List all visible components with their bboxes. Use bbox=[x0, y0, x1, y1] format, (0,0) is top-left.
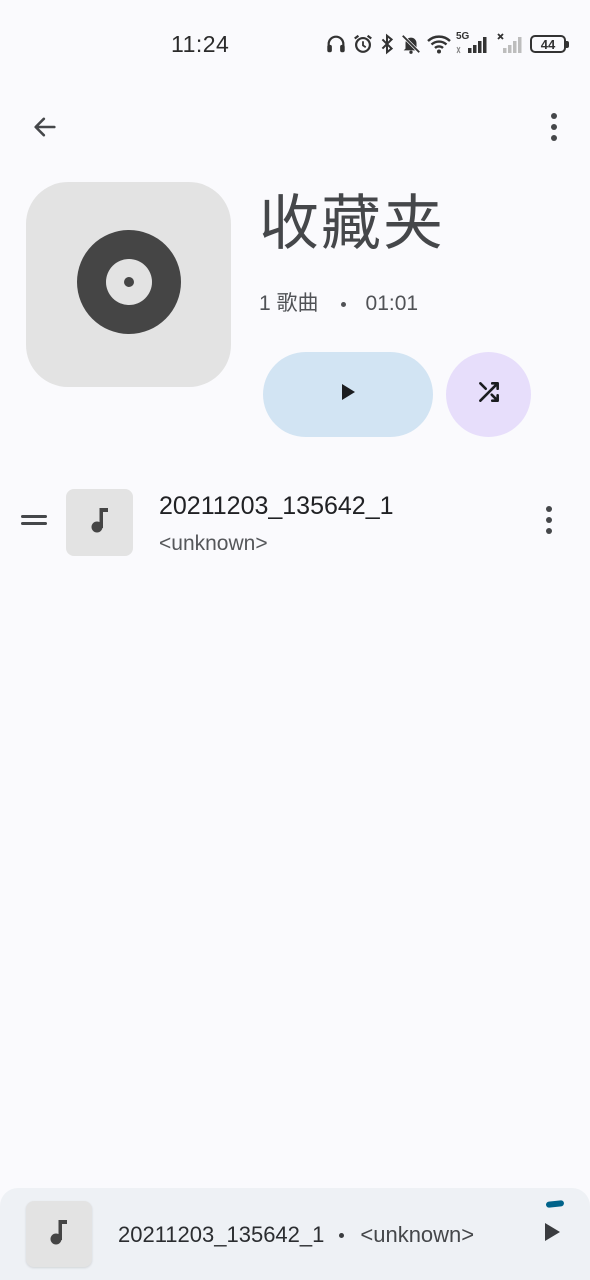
do-not-disturb-icon bbox=[400, 33, 422, 55]
more-options-button[interactable] bbox=[530, 105, 578, 153]
track-title: 20211203_135642_1 bbox=[159, 492, 394, 520]
status-icons: 5G 44 bbox=[325, 31, 569, 56]
playlist-meta: 1 歌曲 01:01 bbox=[259, 290, 418, 318]
mini-player-title: 20211203_135642_1 bbox=[118, 1222, 325, 1247]
music-note-icon bbox=[90, 506, 110, 539]
wifi-icon bbox=[427, 34, 451, 54]
mini-player-info: 20211203_135642_1 <unknown> bbox=[118, 1221, 474, 1249]
play-icon bbox=[542, 1221, 562, 1248]
mini-player[interactable]: 20211203_135642_1 <unknown> bbox=[0, 1188, 590, 1280]
headphones-icon bbox=[325, 33, 347, 55]
play-icon bbox=[339, 382, 357, 407]
back-button[interactable] bbox=[21, 105, 69, 153]
track-artist: <unknown> bbox=[159, 532, 268, 555]
mini-player-play-button[interactable] bbox=[528, 1208, 576, 1260]
playlist-title: 收藏夹 bbox=[259, 189, 445, 259]
mini-player-separator bbox=[339, 1232, 345, 1238]
drag-handle[interactable] bbox=[18, 510, 50, 534]
track-row[interactable]: 20211203_135642_1 <unknown> bbox=[0, 474, 590, 570]
track-more-button[interactable] bbox=[525, 498, 573, 546]
alarm-icon bbox=[352, 33, 374, 55]
more-vertical-icon bbox=[545, 505, 553, 540]
playlist-cover bbox=[26, 182, 231, 387]
mini-player-progress bbox=[545, 1200, 565, 1208]
mini-player-thumbnail bbox=[26, 1201, 92, 1267]
drag-handle-icon bbox=[20, 512, 48, 533]
play-all-button[interactable] bbox=[263, 352, 433, 437]
more-vertical-icon bbox=[550, 112, 558, 147]
status-time: 11:24 bbox=[171, 31, 230, 57]
mini-player-artist: <unknown> bbox=[360, 1222, 475, 1247]
playlist-duration: 01:01 bbox=[365, 292, 419, 315]
meta-separator bbox=[340, 301, 346, 307]
shuffle-button[interactable] bbox=[446, 352, 531, 437]
signal-no-sim-icon bbox=[497, 33, 525, 55]
battery-icon: 44 bbox=[530, 35, 569, 53]
signal-5g-icon: 5G bbox=[456, 31, 492, 55]
status-bar: 11:24 5G 44 bbox=[0, 0, 590, 90]
track-thumbnail bbox=[66, 489, 133, 556]
arrow-left-icon bbox=[31, 113, 59, 146]
vinyl-disc-icon bbox=[76, 229, 182, 340]
music-note-icon bbox=[49, 1218, 69, 1251]
song-count: 1 歌曲 bbox=[259, 292, 319, 315]
shuffle-icon bbox=[476, 379, 502, 410]
bluetooth-icon bbox=[379, 33, 395, 55]
